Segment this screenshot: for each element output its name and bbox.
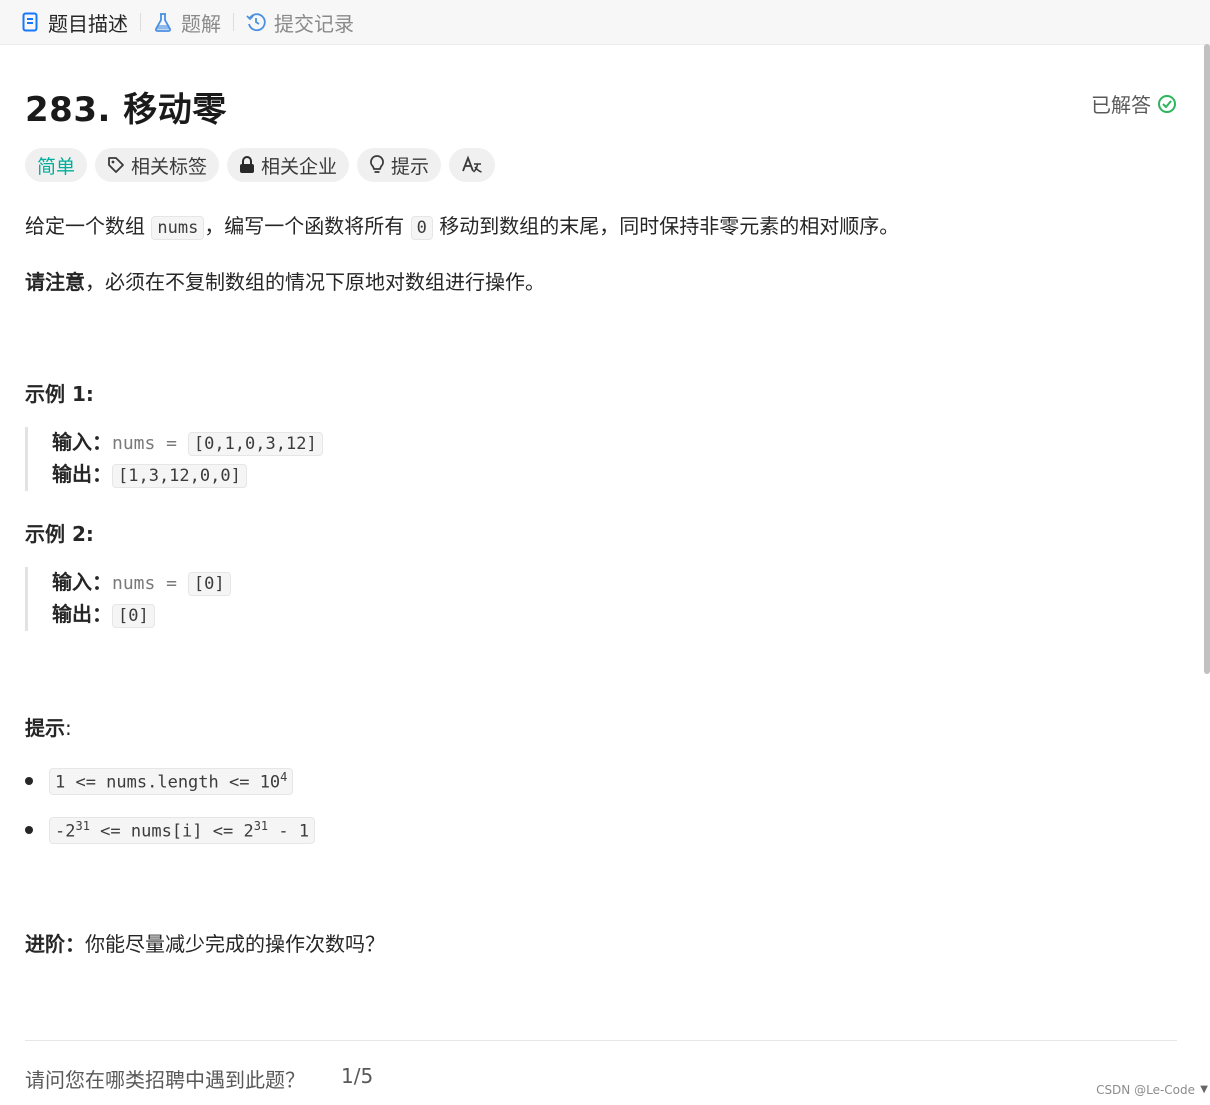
constraints-colon: : bbox=[65, 716, 72, 740]
constraint-2-text-a: -2 bbox=[55, 821, 76, 842]
advanced-paragraph: 进阶：你能尽量减少完成的操作次数吗？ bbox=[25, 928, 385, 957]
tab-solutions-label: 题解 bbox=[181, 11, 221, 36]
constraint-1-text: 1 <= nums.length <= 10 bbox=[55, 772, 281, 793]
input-value: [0,1,0,3,12] bbox=[187, 432, 323, 456]
divider bbox=[25, 1040, 1177, 1041]
tab-solutions[interactable]: 题解 bbox=[153, 0, 221, 44]
flask-icon bbox=[153, 12, 173, 32]
description-paragraph: 给定一个数组 nums ，编写一个函数将所有 0 移动到数组的末尾，同时保持非零元… bbox=[25, 210, 900, 240]
note-text: ，必须在不复制数组的情况下原地对数组进行操作。 bbox=[85, 270, 545, 294]
bullet-dot bbox=[25, 826, 33, 835]
tag-row: 简单 相关标签 相关企业 提示 bbox=[25, 148, 496, 182]
output-value: [0] bbox=[112, 604, 155, 628]
example-1-output: 输出： [1,3,12,0,0] bbox=[52, 459, 323, 491]
tab-submissions-label: 提交记录 bbox=[274, 11, 354, 36]
constraint-1-exponent: 4 bbox=[280, 770, 288, 784]
hint-label: 提示 bbox=[391, 155, 430, 178]
output-label: 输出： bbox=[52, 462, 112, 486]
history-icon bbox=[246, 12, 266, 32]
related-tags-label: 相关标签 bbox=[131, 155, 208, 178]
tag-icon bbox=[107, 156, 125, 174]
example-1-input: 输入：nums = [0,1,0,3,12] bbox=[52, 427, 323, 459]
translate-icon bbox=[461, 155, 483, 175]
example-1-block: 输入：nums = [0,1,0,3,12] 输出： [1,3,12,0,0] bbox=[25, 427, 323, 491]
related-companies-label: 相关企业 bbox=[261, 155, 338, 178]
scrollbar-thumb[interactable] bbox=[1204, 44, 1210, 674]
translate-button[interactable] bbox=[449, 148, 496, 182]
solved-status: 已解答 bbox=[1091, 89, 1177, 118]
bullet-dot bbox=[25, 777, 33, 786]
lightbulb-icon bbox=[369, 155, 385, 175]
constraint-item-1: 1 <= nums.length <= 104 bbox=[25, 768, 294, 795]
constraint-code-1: 1 <= nums.length <= 104 bbox=[49, 768, 294, 795]
document-icon bbox=[20, 12, 40, 32]
input-var: nums = bbox=[112, 573, 188, 594]
tab-divider bbox=[233, 13, 234, 31]
constraint-item-2: -231 <= nums[i] <= 231 - 1 bbox=[25, 817, 316, 844]
note-paragraph: 请注意，必须在不复制数组的情况下原地对数组进行操作。 bbox=[25, 266, 545, 295]
related-companies-button[interactable]: 相关企业 bbox=[227, 148, 350, 182]
survey-page-indicator: 1/5 bbox=[341, 1064, 374, 1088]
recruit-survey: 请问您在哪类招聘中遇到此题？ 1/5 bbox=[25, 1064, 373, 1093]
tab-description[interactable]: 题目描述 bbox=[20, 0, 128, 44]
constraint-2-exponent-1: 31 bbox=[75, 819, 90, 833]
survey-question: 请问您在哪类招聘中遇到此题？ bbox=[25, 1068, 305, 1092]
check-circle-icon bbox=[1158, 94, 1176, 113]
tab-description-label: 题目描述 bbox=[48, 11, 128, 36]
advanced-text: 你能尽量减少完成的操作次数吗？ bbox=[85, 932, 385, 956]
note-bold: 请注意 bbox=[25, 270, 85, 294]
constraint-2-exponent-2: 31 bbox=[253, 819, 269, 833]
example-2-block: 输入：nums = [0] 输出： [0] bbox=[25, 567, 231, 631]
constraint-code-2: -231 <= nums[i] <= 231 - 1 bbox=[49, 817, 316, 844]
difficulty-label: 简单 bbox=[37, 155, 76, 178]
example-2-heading: 示例 2: bbox=[25, 522, 94, 546]
input-label: 输入： bbox=[52, 570, 112, 594]
hint-button[interactable]: 提示 bbox=[357, 148, 442, 182]
constraint-2-text-b: <= nums[i] <= 2 bbox=[89, 821, 254, 842]
tab-bar: 题目描述 题解 提交记录 bbox=[0, 0, 1210, 45]
difficulty-tag[interactable]: 简单 bbox=[25, 148, 88, 182]
constraints-heading-text: 提示 bbox=[25, 716, 65, 740]
output-value: [1,3,12,0,0] bbox=[112, 464, 247, 488]
title-row: 283. 移动零 已解答 bbox=[25, 82, 1177, 130]
lock-icon bbox=[239, 156, 255, 174]
desc-code-nums: nums bbox=[151, 216, 205, 240]
example-2-input: 输入：nums = [0] bbox=[52, 567, 231, 599]
input-var: nums = bbox=[112, 433, 188, 454]
problem-title: 283. 移动零 bbox=[25, 90, 227, 130]
solved-label: 已解答 bbox=[1091, 93, 1151, 117]
constraint-2-text-c: - 1 bbox=[268, 821, 310, 842]
watermark: CSDN @Le-Code bbox=[1096, 1083, 1195, 1097]
desc-text-1: 给定一个数组 bbox=[25, 214, 145, 238]
desc-text-2: ，编写一个函数将所有 bbox=[204, 214, 405, 238]
input-label: 输入： bbox=[52, 430, 112, 454]
desc-text-3: 移动到数组的末尾，同时保持非零元素的相对顺序。 bbox=[439, 214, 900, 238]
constraints-heading: 提示: bbox=[25, 712, 72, 741]
desc-code-zero: 0 bbox=[410, 216, 433, 240]
example-2-output: 输出： [0] bbox=[52, 599, 231, 631]
scroll-down-arrow-icon[interactable]: ▼ bbox=[1200, 1084, 1208, 1095]
input-value: [0] bbox=[187, 572, 231, 596]
advanced-label: 进阶： bbox=[25, 932, 85, 956]
example-1-heading: 示例 1: bbox=[25, 382, 94, 406]
tab-submissions[interactable]: 提交记录 bbox=[246, 0, 354, 44]
tab-divider bbox=[140, 13, 141, 31]
related-tags-button[interactable]: 相关标签 bbox=[95, 148, 220, 182]
output-label: 输出： bbox=[52, 602, 112, 626]
